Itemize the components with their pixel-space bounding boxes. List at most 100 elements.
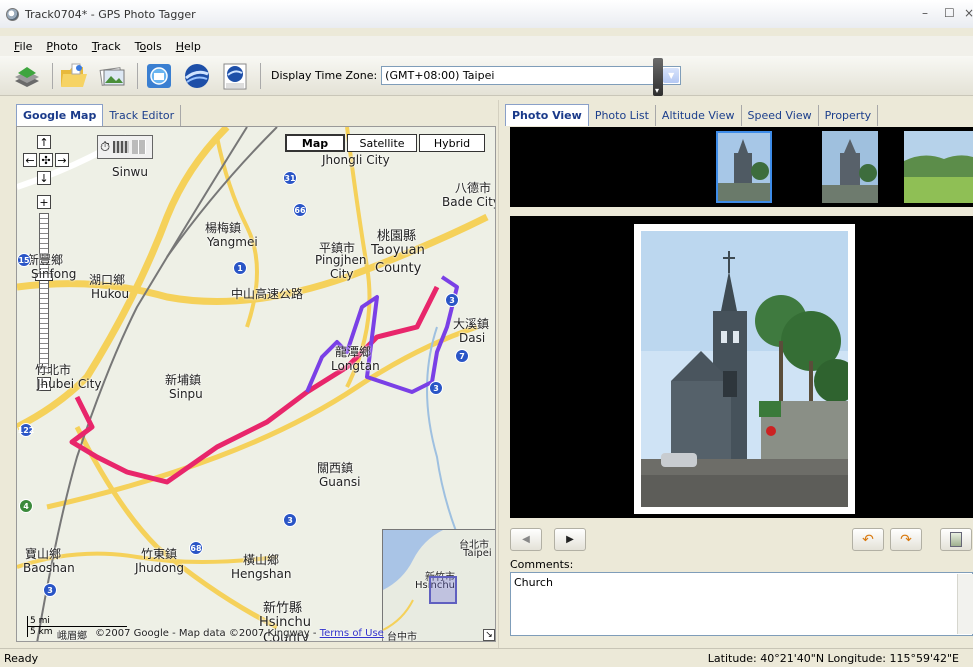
map-label: 新豐鄉 <box>27 253 64 267</box>
route-badge: 3 <box>429 381 443 395</box>
tab-google-map[interactable]: Google Map <box>16 104 104 126</box>
kmz-export-icon <box>223 63 247 89</box>
pan-center-button[interactable]: ✣ <box>39 153 53 167</box>
tab-photo-list[interactable]: Photo List <box>589 105 656 126</box>
rotate-left-icon: ↶ <box>862 531 874 548</box>
arrow-right-icon: ▶ <box>566 534 574 545</box>
map-label: 楊梅鎮 <box>205 221 242 235</box>
route-badge: 4 <box>19 499 33 513</box>
route-badge: 3 <box>43 583 57 597</box>
overview-collapse-button[interactable]: ↘ <box>483 629 495 641</box>
map-label: Baoshan <box>23 561 75 575</box>
pan-up-button[interactable]: ↑ <box>37 135 51 149</box>
tab-track-editor[interactable]: Track Editor <box>103 105 182 126</box>
map-overview[interactable]: 台北市 Taipei 新竹市 Hsinchu 台中市 ↘ <box>382 529 495 642</box>
zoom-slider-track[interactable] <box>39 213 49 373</box>
map-type-hybrid[interactable]: Hybrid <box>419 134 485 152</box>
map-label: Jhongli City <box>322 153 390 167</box>
close-button[interactable]: × <box>964 6 973 20</box>
map-label: Hengshan <box>231 567 292 581</box>
delete-photo-button[interactable] <box>940 528 972 551</box>
menu-help[interactable]: Help <box>176 40 201 53</box>
rotate-right-button[interactable]: ↷ <box>890 528 922 551</box>
map-label: 桃園縣 <box>377 229 417 244</box>
map-tool-buttons[interactable]: ⏱ <box>97 135 153 159</box>
timer-icon: ⏱ <box>100 139 111 155</box>
terms-of-use-link[interactable]: Terms of Use <box>320 628 384 639</box>
menu-tools[interactable]: Tools <box>135 40 162 53</box>
map-label: 中山高速公路 <box>231 287 304 301</box>
previous-photo-button[interactable]: ◀ <box>510 528 542 551</box>
route-badge: 31 <box>283 171 297 185</box>
tab-photo-view[interactable]: Photo View <box>505 104 589 126</box>
map-label: 竹東鎮 <box>141 547 178 561</box>
map-type-satellite[interactable]: Satellite <box>347 134 417 152</box>
landscape-thumbnail-image <box>904 131 973 203</box>
overview-viewport-box[interactable] <box>429 576 457 604</box>
menu-file[interactable]: File <box>14 40 32 53</box>
route-badge: 3 <box>283 513 297 527</box>
tab-property[interactable]: Property <box>819 105 879 126</box>
pan-left-button[interactable]: ← <box>23 153 37 167</box>
window-title: Track0704* - GPS Photo Tagger <box>25 7 196 21</box>
menu-track[interactable]: Track <box>92 40 121 53</box>
status-coordinates: Latitude: 40°21'40"N Longitude: 115°59'4… <box>707 651 959 665</box>
comments-field[interactable]: Church <box>510 572 973 636</box>
copyright-text: ©2007 Google - Map data ©2007 Kingway - <box>95 628 320 639</box>
google-map[interactable]: ↑ ← ✣ → ↓ + − ⏱ Map Satellite Hybrid Jho… <box>16 126 496 642</box>
web-map-icon <box>147 63 171 88</box>
menu-photo[interactable]: Photo <box>46 40 77 53</box>
zoom-in-button[interactable]: + <box>37 195 51 209</box>
panel-splitter[interactable] <box>498 100 504 648</box>
photo-view[interactable] <box>510 216 973 518</box>
rotate-left-button[interactable]: ↶ <box>852 528 884 551</box>
pan-down-button[interactable]: ↓ <box>37 171 51 185</box>
map-label: 大溪鎮 <box>453 317 490 331</box>
photos-icon <box>99 66 125 86</box>
timezone-select[interactable]: (GMT+08:00) Taipei ▼ <box>381 66 682 85</box>
status-bar: Ready Latitude: 40°21'40"N Longitude: 11… <box>0 648 973 667</box>
right-tab-strip: Photo View Photo List Altitude View Spee… <box>505 102 879 126</box>
map-label: 湖口鄉 <box>89 273 126 287</box>
toolbar-separator <box>52 62 53 89</box>
status-text: Ready <box>4 651 39 665</box>
route-badge: 15 <box>17 253 31 267</box>
maximize-button[interactable]: ☐ <box>944 6 955 20</box>
left-tab-strip: Google Map Track Editor <box>16 102 182 126</box>
thumbnail-strip[interactable] <box>510 127 973 207</box>
toolbar-overflow-grip[interactable] <box>653 58 663 96</box>
photos-button[interactable] <box>95 59 129 93</box>
kmz-export-button[interactable] <box>218 59 252 93</box>
chevron-down-icon[interactable]: ▼ <box>663 68 680 83</box>
church-thumbnail-image <box>822 131 878 203</box>
web-map-button[interactable] <box>142 59 176 93</box>
map-copyright: ©2007 Google - Map data ©2007 Kingway - … <box>95 628 384 639</box>
map-label: 新埔鎮 <box>165 373 202 387</box>
photo-frame <box>634 224 858 514</box>
toolbar-separator <box>137 62 138 89</box>
photo-thumbnail[interactable] <box>904 131 973 203</box>
open-folder-button[interactable] <box>57 59 91 93</box>
tab-speed-view[interactable]: Speed View <box>742 105 819 126</box>
google-earth-button[interactable] <box>180 59 214 93</box>
tab-altitude-view[interactable]: Altitude View <box>656 105 742 126</box>
photo-thumbnail[interactable] <box>716 131 772 203</box>
map-type-map[interactable]: Map <box>285 134 345 152</box>
photo-thumbnail[interactable] <box>822 131 878 203</box>
map-label: 關西鎮 <box>317 461 354 475</box>
film-icon <box>113 141 130 153</box>
church-thumbnail-image <box>718 133 770 201</box>
google-earth-icon <box>185 63 209 88</box>
map-label: Sinwu <box>112 165 148 179</box>
comments-scrollbar[interactable] <box>957 574 973 634</box>
toolbar: Display Time Zone: (GMT+08:00) Taipei ▼ <box>0 56 973 96</box>
import-button[interactable] <box>10 59 44 93</box>
overview-label: 台中市 <box>387 632 417 642</box>
minimize-button[interactable]: – <box>922 6 928 20</box>
next-photo-button[interactable]: ▶ <box>554 528 586 551</box>
pan-right-button[interactable]: → <box>55 153 69 167</box>
map-label: Longtan <box>331 359 380 373</box>
app-icon <box>6 7 19 21</box>
recycle-bin-icon <box>950 532 962 547</box>
map-label: Jhudong <box>135 561 184 575</box>
